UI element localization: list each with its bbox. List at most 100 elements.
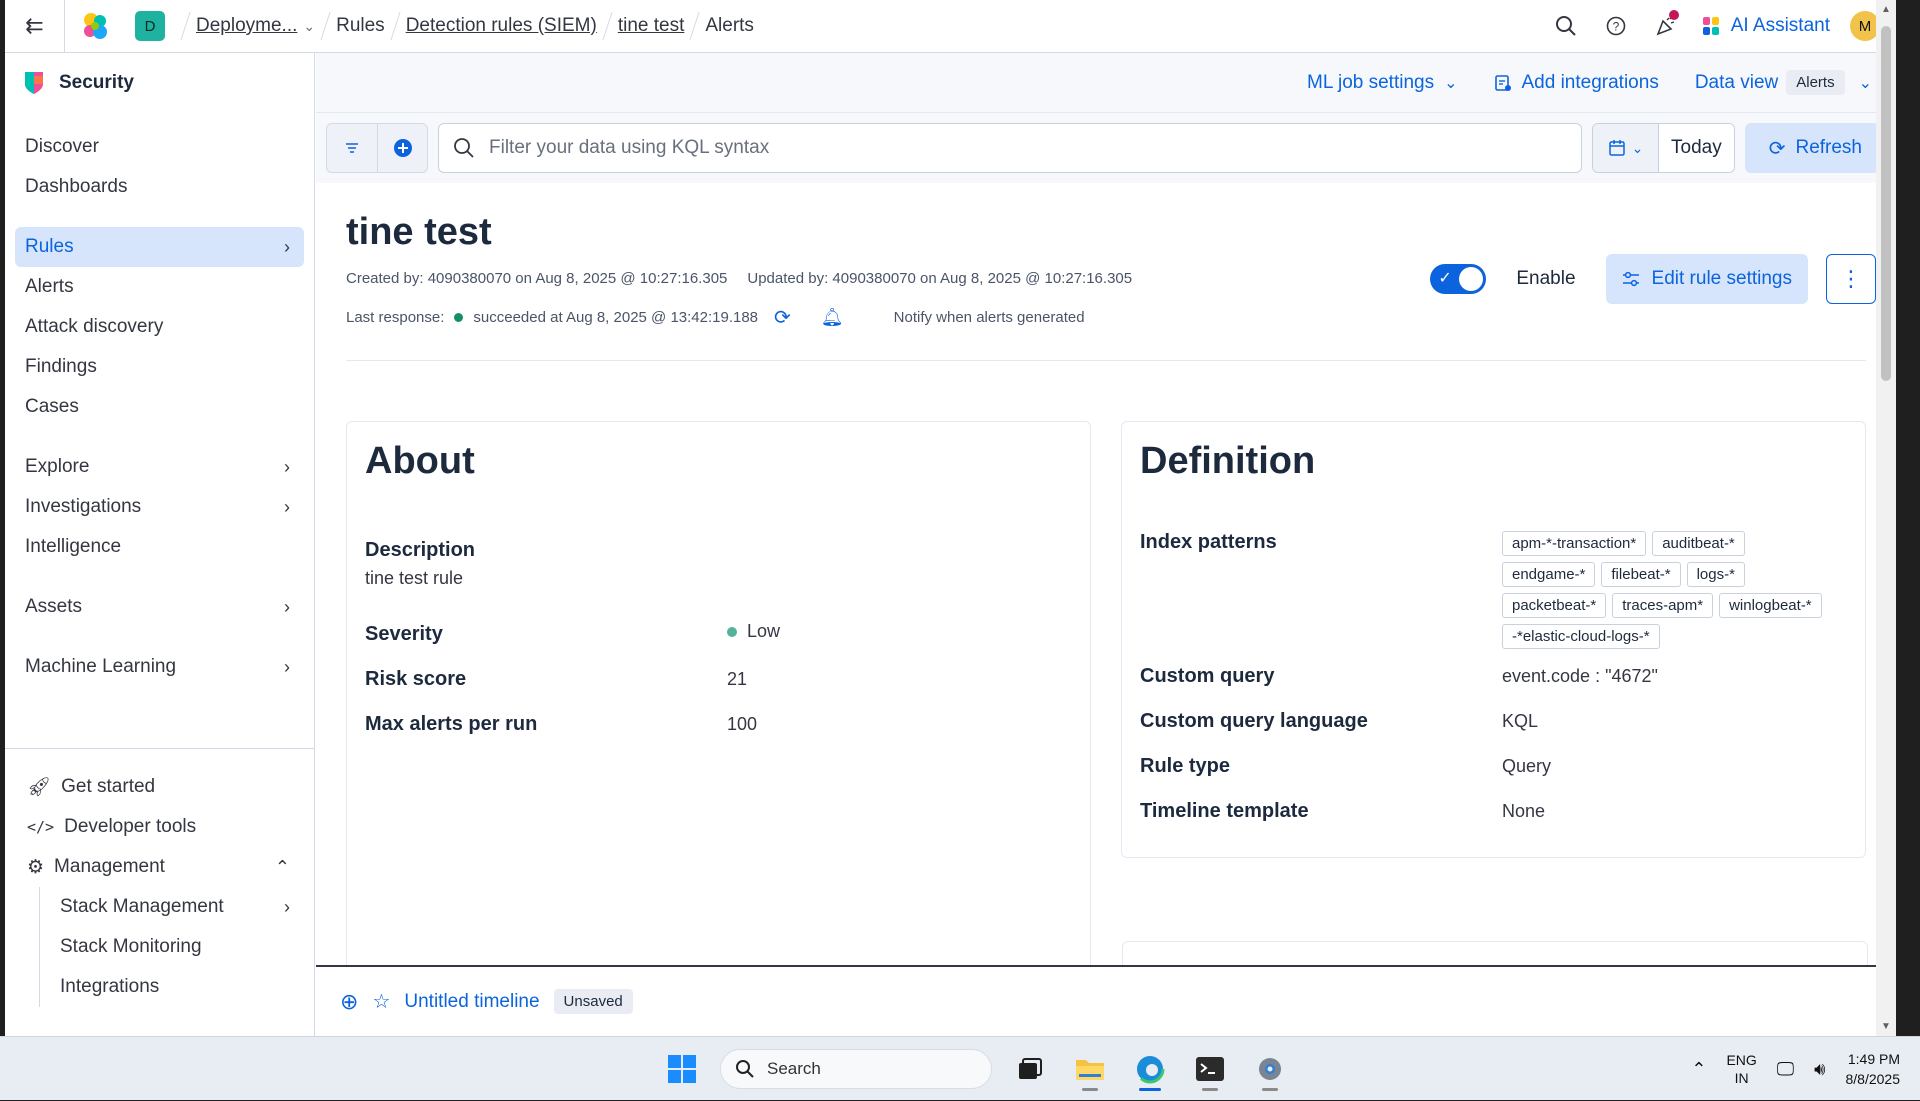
custom-query-value: event.code : "4672" (1502, 666, 1658, 686)
sidebar-item-dashboards[interactable]: Dashboards (15, 167, 304, 207)
breadcrumb-rule-name[interactable]: tine test (618, 15, 685, 37)
ml-job-settings-button[interactable]: ML job settings ⌄ (1307, 72, 1458, 94)
kql-search-field[interactable] (438, 123, 1582, 173)
help-icon: ? (1606, 16, 1626, 36)
header-actions: ? AI Assistant M (1541, 0, 1896, 53)
custom-query-row: Custom query event.code : "4672" (1140, 665, 1847, 688)
taskbar-search[interactable]: Search (720, 1049, 992, 1089)
input-language[interactable]: ENG IN (1726, 1051, 1756, 1087)
chevron-right-icon: › (284, 596, 290, 617)
sidebar-item-attack-discovery[interactable]: Attack discovery (15, 307, 304, 347)
sidebar-item-intelligence[interactable]: Intelligence (15, 527, 304, 567)
breadcrumb-separator (320, 12, 331, 40)
add-integrations-label: Add integrations (1521, 71, 1659, 93)
sidebar-item-management[interactable]: ⚙ Management ⌃ (5, 847, 314, 887)
sidebar-item-machine-learning[interactable]: Machine Learning › (15, 647, 304, 687)
quick-date-menu-button[interactable]: ⌄ (1593, 124, 1659, 172)
sidebar-item-developer-tools[interactable]: </> Developer tools (5, 807, 314, 847)
filter-button-group (326, 123, 428, 173)
rule-header-actions: ✓ Enable Edit rule settings ⋮ (1430, 254, 1876, 304)
sidebar-item-get-started[interactable]: 🚀︎ Get started (5, 767, 314, 807)
more-vertical-icon: ⋮ (1840, 266, 1862, 291)
elastic-logo[interactable] (65, 0, 125, 53)
sidebar-item-discover[interactable]: Discover (15, 127, 304, 167)
enable-rule-toggle[interactable]: ✓ (1430, 264, 1487, 294)
rule-type-row: Rule type Query (1140, 755, 1847, 778)
more-actions-button[interactable]: ⋮ (1826, 254, 1876, 304)
sidebar-item-explore[interactable]: Explore › (15, 447, 304, 487)
sidebar-item-findings[interactable]: Findings (15, 347, 304, 387)
chevron-down-icon: ⌄ (1631, 139, 1644, 156)
chevron-right-icon: › (284, 496, 290, 517)
start-button[interactable] (660, 1047, 704, 1091)
timeline-bottom-bar: ⊕ ☆ Untitled timeline Unsaved (316, 965, 1896, 1036)
risk-score-value: 21 (727, 669, 748, 689)
edit-rule-settings-button[interactable]: Edit rule settings (1605, 254, 1808, 304)
add-timeline-icon[interactable]: ⊕ (340, 989, 358, 1015)
network-icon[interactable]: 🖵︎ (1777, 1059, 1794, 1080)
help-button[interactable]: ? (1591, 0, 1641, 53)
scroll-thumb[interactable] (1881, 26, 1891, 381)
news-feed-button[interactable] (1641, 0, 1691, 53)
space-avatar[interactable]: D (135, 11, 165, 41)
index-pattern-badge: packetbeat-* (1502, 593, 1607, 618)
breadcrumb-rules[interactable]: Rules (336, 15, 385, 37)
sidebar-item-label: Integrations (60, 976, 160, 997)
page-scrollbar[interactable]: ▲ ▼ (1876, 0, 1896, 1036)
max-alerts-label: Max alerts per run (365, 713, 538, 735)
breadcrumb-deployment[interactable]: Deployme... (196, 15, 297, 37)
sidebar-item-cases[interactable]: Cases (15, 387, 304, 427)
edit-rule-settings-label: Edit rule settings (1651, 268, 1792, 289)
kql-search-input[interactable] (489, 137, 1581, 159)
sidebar-footer: 🚀︎ Get started </> Developer tools ⚙ Man… (5, 748, 314, 1007)
severity-row: Severity Low (365, 621, 1072, 646)
severity-text: Low (747, 621, 781, 641)
timeline-template-row: Timeline template None (1140, 800, 1847, 823)
language-top: ENG (1726, 1052, 1757, 1068)
file-explorer-button[interactable] (1068, 1047, 1112, 1091)
severity-value: Low (727, 621, 780, 642)
description-value: tine test rule (365, 568, 464, 588)
chevron-up-icon[interactable]: ⌃ (1691, 1059, 1706, 1080)
sidebar-subitem-integrations[interactable]: Integrations (39, 967, 314, 1007)
refresh-icon: ⟳ (1768, 137, 1786, 160)
sidebar-item-rules[interactable]: Rules › (15, 227, 304, 267)
top-header: ⇇ D Deployme... ⌄ Rules Detection rules … (5, 0, 1896, 53)
scroll-up-arrow-icon[interactable]: ▲ (1881, 4, 1891, 15)
terminal-button[interactable] (1188, 1047, 1232, 1091)
chevron-down-icon: ⌄ (1444, 74, 1458, 92)
security-solution-title[interactable]: Security (5, 53, 314, 113)
ai-assistant-button[interactable]: AI Assistant (1701, 15, 1830, 37)
sidebar-item-investigations[interactable]: Investigations › (15, 487, 304, 527)
collapse-nav-button[interactable]: ⇇ (5, 0, 65, 53)
data-view-picker[interactable]: Data view Alerts ⌄ (1695, 70, 1872, 95)
star-icon[interactable]: ☆ (372, 989, 390, 1014)
taskbar-indicator (1262, 1088, 1278, 1091)
timeline-title[interactable]: Untitled timeline (404, 991, 539, 1013)
sidebar-item-assets[interactable]: Assets › (15, 587, 304, 627)
chevron-down-icon[interactable]: ⌄ (303, 18, 315, 35)
add-filter-button[interactable] (377, 124, 427, 172)
date-range-display[interactable]: Today (1659, 124, 1734, 172)
settings-button[interactable] (1248, 1047, 1292, 1091)
chevron-down-icon: ⌄ (1858, 74, 1872, 92)
breadcrumb-detection-rules[interactable]: Detection rules (SIEM) (406, 15, 597, 37)
task-view-button[interactable] (1008, 1047, 1052, 1091)
breadcrumb-separator (689, 12, 700, 40)
bell-icon[interactable]: 🔔︎ (821, 307, 844, 328)
timeline-template-label: Timeline template (1140, 800, 1309, 822)
sidebar-item-alerts[interactable]: Alerts (15, 267, 304, 307)
scroll-down-arrow-icon[interactable]: ▼ (1881, 1021, 1891, 1032)
add-integrations-button[interactable]: Add integrations (1494, 72, 1659, 94)
date-picker: ⌄ Today (1592, 123, 1735, 173)
chevron-right-icon: › (284, 456, 290, 477)
refresh-button[interactable]: ⟳ Refresh (1744, 123, 1886, 173)
refresh-icon[interactable]: ⟳ (774, 305, 791, 330)
search-button[interactable] (1541, 0, 1591, 53)
sidebar-subitem-stack-management[interactable]: Stack Management › (39, 887, 314, 927)
sidebar-subitem-stack-monitoring[interactable]: Stack Monitoring (39, 927, 314, 967)
filter-menu-button[interactable] (327, 124, 377, 172)
volume-icon[interactable]: 🔊︎ (1814, 1059, 1825, 1080)
system-clock[interactable]: 1:49 PM 8/8/2025 (1846, 1049, 1901, 1089)
edge-browser-button[interactable] (1128, 1047, 1172, 1091)
